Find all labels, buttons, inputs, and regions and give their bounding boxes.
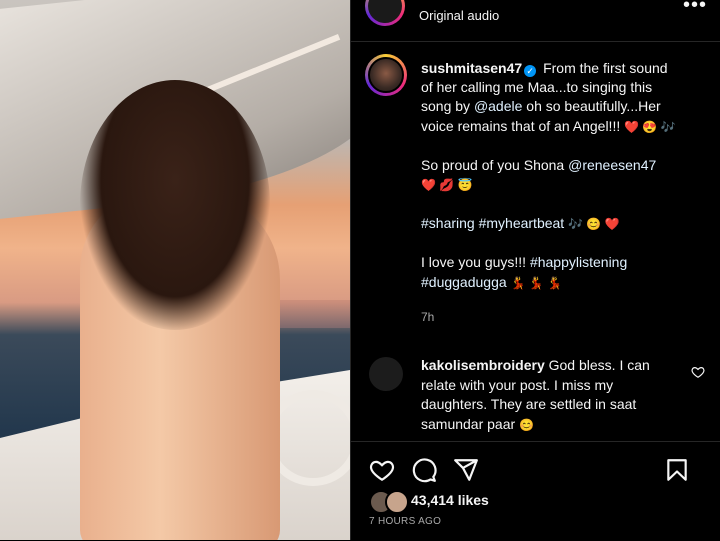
comment-emoji: 😊 — [519, 417, 535, 432]
post-photo[interactable] — [0, 0, 350, 540]
caption-emoji3: 🎶 😊 ❤️ — [568, 217, 620, 232]
caption-emoji4: 💃 💃 💃 — [510, 275, 563, 290]
author-avatar[interactable] — [365, 0, 405, 26]
verified-badge-icon: ✓ — [524, 65, 537, 77]
caption-line2a: So proud of you Shona — [421, 156, 569, 173]
caption-avatar[interactable] — [365, 54, 407, 96]
liker-avatar — [385, 490, 409, 514]
mention-renee[interactable]: @reneesen47 — [568, 157, 656, 173]
comment-avatar[interactable] — [369, 357, 403, 391]
share-icon[interactable] — [453, 457, 479, 483]
person-hair — [80, 80, 270, 330]
comment-text: kakolisembroidery God bless. I can relat… — [421, 356, 675, 435]
comment-username[interactable]: kakolisembroidery — [421, 357, 545, 373]
caption-line4a: I love you guys!!! — [421, 254, 530, 271]
hashtag-duggadugga[interactable]: #duggadugga — [421, 274, 507, 290]
comment-like-icon[interactable] — [691, 365, 705, 379]
hashtag-happylistening[interactable]: #happylistening — [530, 254, 627, 270]
heart-icon[interactable] — [369, 457, 395, 483]
bookmark-icon[interactable] — [664, 457, 690, 483]
post-age: 7 HOURS AGO — [369, 516, 442, 527]
caption-username[interactable]: sushmitasen47 — [421, 60, 522, 76]
mention-adele[interactable]: @adele — [474, 98, 522, 114]
hashtags-sharing[interactable]: #sharing #myheartbeat — [421, 215, 564, 231]
likes-count[interactable]: 43,414 likes — [411, 492, 489, 508]
post-side-panel: Original audio ••• sushmitasen47 ✓ From t… — [350, 0, 720, 540]
comment-icon[interactable] — [411, 457, 437, 483]
more-options-icon[interactable]: ••• — [683, 0, 707, 17]
caption-time: 7h — [421, 309, 435, 324]
caption-emoji1: ❤️ 😍 🎶 — [624, 119, 676, 134]
caption-emoji2: ❤️ 💋 😇 — [421, 178, 473, 193]
audio-label[interactable]: Original audio — [419, 8, 499, 23]
caption-text: sushmitasen47 ✓ From the first sound of h… — [421, 59, 681, 327]
post-actions: 43,414 likes 7 HOURS AGO — [351, 441, 720, 541]
post-header: Original audio ••• — [351, 0, 720, 42]
